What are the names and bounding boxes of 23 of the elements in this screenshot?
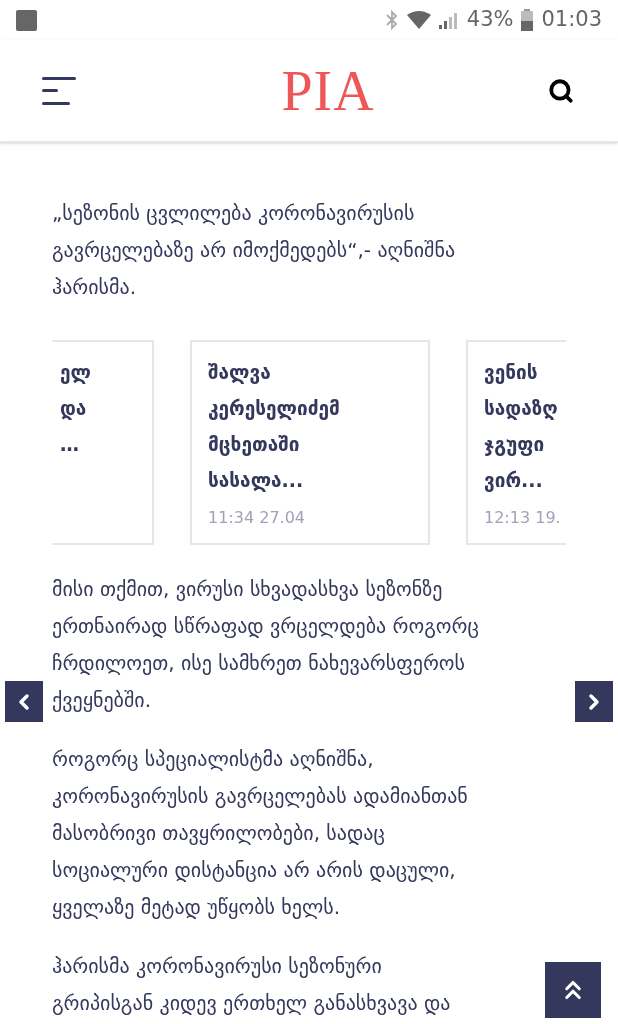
notification-icon [16,9,37,31]
signal-icon [438,11,459,29]
scroll-top-button[interactable] [545,962,601,1018]
next-button[interactable] [575,681,613,722]
previous-button[interactable] [5,681,43,722]
search-icon[interactable] [548,77,574,104]
bluetooth-icon [384,10,399,30]
battery-percent: 43% [466,6,514,34]
news-title: შალვა კერესელიძემ მცხეთაში სასალა... [208,360,341,494]
wifi-icon [406,11,431,29]
news-title: ვენის სადაზღ ჯგუფი ვირ... [484,360,559,494]
news-card[interactable]: ვენის სადაზღ ჯგუფი ვირ... 12:13 19. [466,340,566,545]
battery-icon [521,9,534,31]
article-paragraph: მისი თქმით, ვირუსი სხვადასხვა სეზონზე ერთნაირად სწრაფად ვრცელდება როგორც ჩრდილოეთ, ისე სამხრეთ ნახევარსფეროს ქვეყნებში. [52,576,479,714]
article-paragraph: ჰარისმა კორონავირუსი სეზონური გრიპისგან კიდევ ერთხელ განასხვავა და [52,953,451,1017]
news-time: 11:34 27.04 [208,507,306,529]
news-card[interactable]: შალვა კერესელიძემ მცხეთაში სასალა... 11:34 27.04 [190,340,430,545]
article-paragraph: „სეზონის ცვლილება კორონავირუსის გავრცელებაზე არ იმოქმედებს“,- აღნიშნა ჰარისმა. [52,200,456,301]
news-title: ელ და … [60,360,92,457]
news-time: 12:13 19. [484,507,562,529]
clock: 01:03 [541,6,602,34]
news-card[interactable]: ელ და … [52,340,154,545]
article-paragraph: როგორც სპეციალისტმა აღნიშნა, კორონავირუსის გავრცელებას ადამიანთან მასობრივი თავყრილობები, სადაც სოციალური დისტანცია არ არის დაცული, ყველაზე მეტად უწყობს ხელს. [52,746,468,921]
